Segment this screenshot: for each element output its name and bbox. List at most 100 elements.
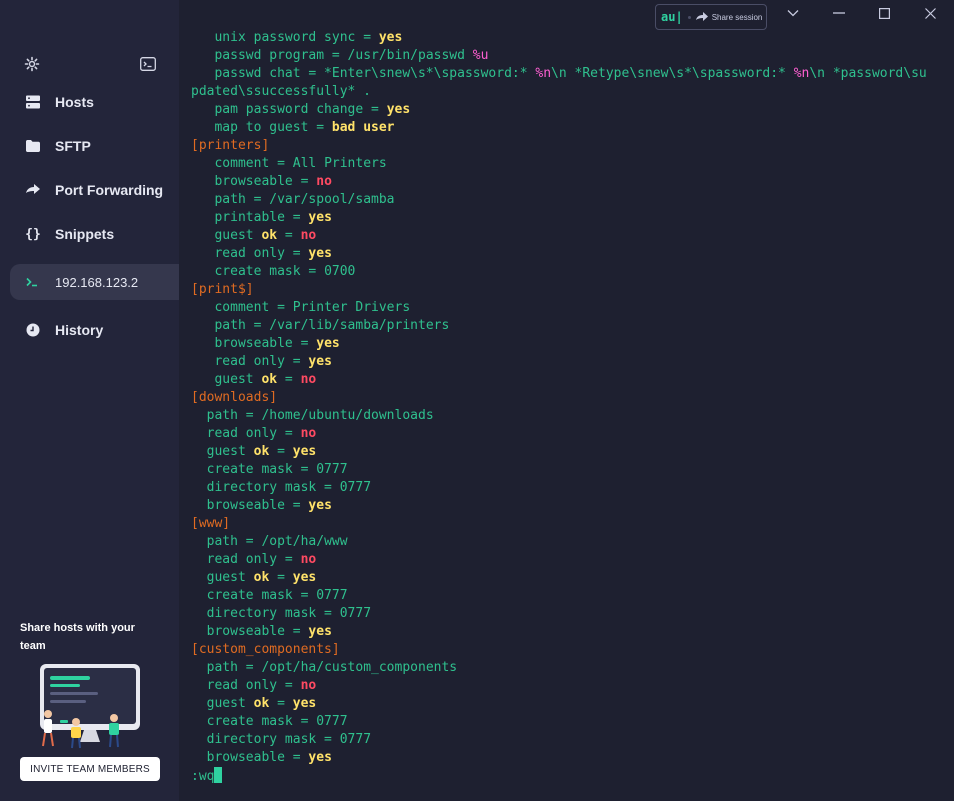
- equals-sign: =: [300, 264, 325, 279]
- equals-sign: =: [284, 498, 309, 513]
- sidebar-item-label: Snippets: [55, 226, 115, 242]
- maximize-icon[interactable]: [874, 4, 894, 22]
- terminal-output[interactable]: unix password sync = yes passwd program …: [179, 29, 954, 801]
- sidebar-item-port-forwarding[interactable]: Port Forwarding: [10, 172, 179, 208]
- equals-sign: =: [316, 732, 340, 747]
- config-value: Printer Drivers: [292, 300, 411, 315]
- vim-command-line[interactable]: :wq: [191, 767, 223, 785]
- config-key: guest: [214, 372, 262, 387]
- config-key: pam password change: [214, 102, 364, 117]
- escape-token: %u: [472, 48, 489, 63]
- config-section-header: [www]: [191, 515, 230, 533]
- equals-sign: =: [284, 210, 309, 225]
- equals-sign: =: [292, 588, 317, 603]
- config-line: create mask = 0777: [191, 461, 348, 479]
- share-session-label: Share session: [711, 12, 763, 22]
- equals-sign: =: [269, 156, 293, 171]
- config-line: path = /var/lib/samba/printers: [191, 317, 449, 335]
- new-terminal-icon[interactable]: [139, 55, 157, 73]
- config-key-keyword: ok: [253, 444, 270, 459]
- config-key-keyword: ok: [253, 696, 270, 711]
- sidebar-item-sftp[interactable]: SFTP: [10, 128, 179, 164]
- equals-sign: =: [277, 426, 301, 441]
- config-line: directory mask = 0777: [191, 605, 371, 623]
- config-line: guest ok = no: [191, 371, 316, 389]
- equals-sign: =: [237, 660, 262, 675]
- config-line: path = /var/spool/samba: [191, 191, 394, 209]
- config-value: yes: [292, 696, 317, 711]
- config-value: yes: [308, 498, 332, 513]
- team-illustration: [34, 662, 146, 750]
- config-value: yes: [308, 624, 332, 639]
- folder-icon: [25, 138, 41, 154]
- share-icon: [695, 12, 708, 22]
- config-key: comment: [214, 156, 270, 171]
- section-name: [downloads]: [191, 390, 278, 405]
- config-line: read only = yes: [191, 353, 331, 371]
- sidebar-item-snippets[interactable]: {} Snippets: [10, 216, 179, 252]
- config-value: yes: [308, 246, 332, 261]
- equals-sign: =: [237, 408, 262, 423]
- equals-sign: =: [269, 696, 293, 711]
- config-line: create mask = 0700: [191, 263, 355, 281]
- config-line: comment = Printer Drivers: [191, 299, 410, 317]
- config-key: path: [206, 408, 238, 423]
- config-key: directory mask: [206, 480, 317, 495]
- config-line: browseable = yes: [191, 749, 332, 767]
- config-value: /var/lib/samba/printers: [269, 318, 450, 333]
- config-key: directory mask: [206, 732, 317, 747]
- config-line: path = /home/ubuntu/downloads: [191, 407, 434, 425]
- equals-sign: =: [308, 120, 332, 135]
- config-key-keyword: ok: [261, 228, 278, 243]
- settings-gear-icon[interactable]: [23, 55, 41, 73]
- config-value: yes: [292, 570, 317, 585]
- config-line: directory mask = 0777: [191, 479, 371, 497]
- share-session-button[interactable]: au| Share session: [655, 4, 767, 30]
- config-value: 0777: [339, 732, 372, 747]
- config-key: read only: [214, 246, 285, 261]
- escape-token: %n: [535, 66, 552, 81]
- config-text: \n *Retype\snew\s*\spassword:*: [551, 66, 794, 81]
- config-value: /home/ubuntu/downloads: [261, 408, 434, 423]
- invite-team-members-button[interactable]: INVITE TEAM MEMBERS: [20, 757, 160, 781]
- config-section-header: [print$]: [191, 281, 254, 299]
- equals-sign: =: [316, 606, 340, 621]
- sidebar-item-label: Port Forwarding: [55, 182, 164, 198]
- equals-sign: =: [245, 192, 270, 207]
- sidebar-item-history[interactable]: History: [10, 312, 179, 348]
- config-key: browseable: [206, 750, 285, 765]
- config-value: All Printers: [292, 156, 387, 171]
- equals-sign: =: [324, 48, 348, 63]
- config-key: read only: [206, 552, 278, 567]
- equals-sign: =: [269, 300, 293, 315]
- config-line: directory mask = 0777: [191, 731, 371, 749]
- config-key: passwd program: [214, 48, 325, 63]
- config-value: no: [300, 372, 317, 387]
- config-value: no: [300, 228, 317, 243]
- equals-sign: =: [277, 228, 301, 243]
- chevron-down-icon[interactable]: [783, 4, 803, 22]
- equals-sign: =: [292, 462, 317, 477]
- config-key: guest: [214, 228, 262, 243]
- minimize-icon[interactable]: [829, 4, 849, 22]
- equals-sign: =: [269, 444, 293, 459]
- config-line: read only = yes: [191, 245, 332, 263]
- config-key: create mask: [206, 462, 293, 477]
- close-icon[interactable]: [920, 4, 940, 22]
- sidebar-item-session-192-168-123-2[interactable]: 192.168.123.2: [10, 264, 179, 300]
- text-cursor: [214, 767, 223, 783]
- config-key: directory mask: [206, 606, 317, 621]
- config-key: read only: [206, 678, 278, 693]
- sidebar-item-label: SFTP: [55, 138, 91, 154]
- vim-command: :wq: [191, 769, 215, 784]
- promo-title: Share hosts with your team: [20, 622, 135, 652]
- config-value: yes: [386, 102, 411, 117]
- equals-sign: =: [292, 174, 317, 189]
- config-section-header: [downloads]: [191, 389, 277, 407]
- config-value: 0777: [316, 588, 348, 603]
- config-value: no: [300, 678, 317, 693]
- config-key: path: [206, 534, 238, 549]
- config-line: pam password change = yes: [191, 101, 410, 119]
- sidebar-item-label: 192.168.123.2: [55, 274, 139, 290]
- sidebar-item-hosts[interactable]: Hosts: [10, 84, 179, 120]
